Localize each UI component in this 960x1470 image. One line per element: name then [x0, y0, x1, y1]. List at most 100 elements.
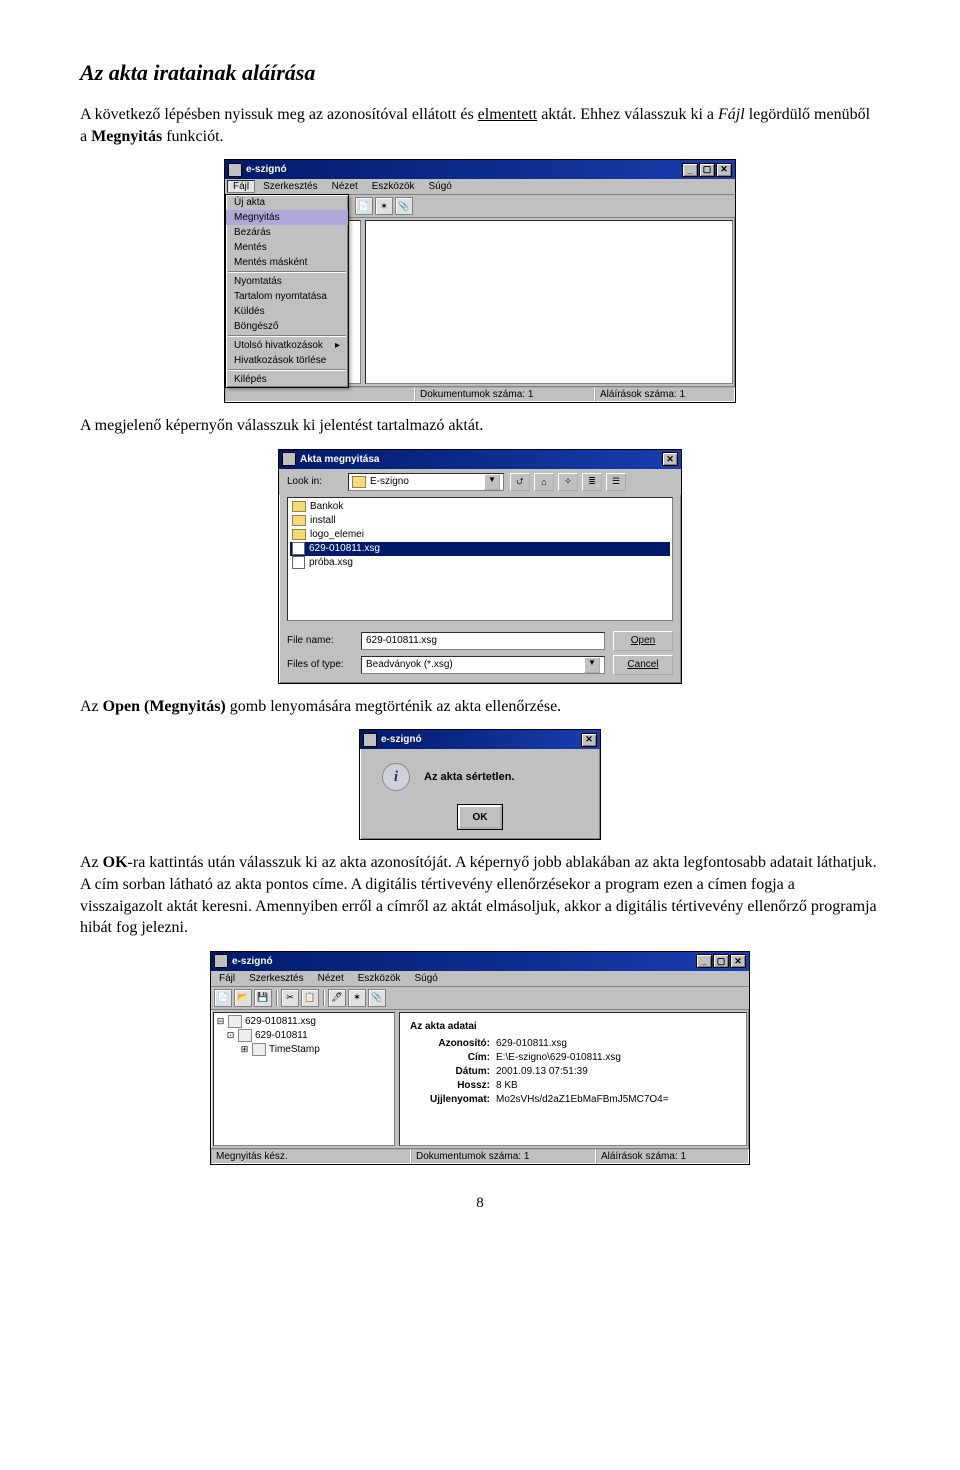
desktop-icon[interactable]: ⌂ — [534, 473, 554, 491]
toolbar-icon[interactable]: 📄 — [214, 989, 232, 1007]
para-3: Az Open (Megnyitás) gomb lenyomására meg… — [80, 696, 880, 718]
text-italic: Fájl — [718, 106, 745, 123]
menu-item-new[interactable]: Új akta — [226, 195, 348, 210]
app-icon — [228, 163, 242, 177]
ok-button[interactable]: OK — [458, 805, 502, 829]
menu-item-send[interactable]: Küldés — [226, 304, 348, 319]
text: Az — [80, 698, 103, 715]
tree-node[interactable]: ⊞ TimeStamp — [216, 1043, 392, 1057]
filetype-combo[interactable]: Beadványok (*.xsg)▼ — [361, 656, 605, 674]
toolbar-icon[interactable]: 📋 — [301, 989, 319, 1007]
window-titlebar: Akta megnyitása ✕ — [279, 450, 681, 469]
collapse-icon[interactable]: ⊟ — [216, 1016, 225, 1027]
toolbar-icon[interactable]: 📂 — [234, 989, 252, 1007]
folder-icon — [292, 501, 306, 512]
menu-item-browser[interactable]: Böngésző — [226, 319, 348, 334]
status-cell: Megnyitás kész. — [211, 1149, 411, 1164]
menu-item-recent[interactable]: Utolsó hivatkozások▸ — [226, 338, 348, 353]
tree-node[interactable]: ⊡ 629-010811 — [216, 1029, 392, 1043]
new-folder-icon[interactable]: ✧ — [558, 473, 578, 491]
app-icon — [282, 452, 296, 466]
status-sigs: Aláírások száma: 1 — [596, 1149, 749, 1164]
window-title: e-szignó — [232, 956, 273, 967]
close-button[interactable]: ✕ — [662, 452, 678, 466]
toolbar-icon[interactable]: 📎 — [395, 197, 413, 215]
folder-icon — [352, 476, 366, 488]
chevron-down-icon[interactable]: ▼ — [584, 657, 600, 673]
menu-item-clearlinks[interactable]: Hivatkozások törlése — [226, 353, 348, 368]
menu-item-save[interactable]: Mentés — [226, 240, 348, 255]
menu-item-saveas[interactable]: Mentés másként — [226, 255, 348, 270]
kv-row: Hossz:8 KB — [410, 1080, 736, 1091]
combo-value: E-szigno — [370, 476, 409, 487]
list-item[interactable]: próba.xsg — [290, 556, 670, 570]
expand-icon[interactable]: ⊡ — [226, 1030, 235, 1041]
tree-root[interactable]: ⊟ 629-010811.xsg — [216, 1015, 392, 1029]
file-list[interactable]: Bankok install logo_elemei 629-010811.xs… — [287, 497, 673, 621]
close-button[interactable]: ✕ — [716, 163, 732, 177]
kv-value: Mo2sVHs/d2aZ1EbMaFBmJ5MC7O4= — [496, 1094, 736, 1105]
kv-value: 629-010811.xsg — [496, 1038, 736, 1049]
statusbar: Dokumentumok száma: 1 Aláírások száma: 1 — [225, 386, 735, 402]
toolbar-icon[interactable]: 💾 — [254, 989, 272, 1007]
open-button[interactable]: Open — [613, 631, 673, 651]
minimize-button[interactable]: _ — [696, 954, 712, 968]
list-item[interactable]: install — [290, 514, 670, 528]
close-button[interactable]: ✕ — [730, 954, 746, 968]
menu-view[interactable]: Nézet — [312, 972, 350, 985]
menu-help[interactable]: Súgó — [423, 180, 458, 193]
lookin-combo[interactable]: E-szigno ▼ — [348, 473, 504, 491]
menu-item-print[interactable]: Nyomtatás — [226, 274, 348, 289]
doc-icon — [238, 1029, 252, 1042]
info-message: Az akta sértetlen. — [424, 771, 514, 783]
menu-file[interactable]: Fájl — [227, 180, 255, 193]
text-underline: elmentett — [478, 106, 538, 123]
maximize-button[interactable]: ▢ — [699, 163, 715, 177]
toolbar-icon[interactable]: ✶ — [348, 989, 366, 1007]
toolbar-icon[interactable]: ✂ — [281, 989, 299, 1007]
tree-label: 629-010811 — [255, 1030, 308, 1041]
minimize-button[interactable]: _ — [682, 163, 698, 177]
menu-tools[interactable]: Eszközök — [352, 972, 407, 985]
maximize-button[interactable]: ▢ — [713, 954, 729, 968]
menu-item-exit[interactable]: Kilépés — [226, 372, 348, 387]
menu-view[interactable]: Nézet — [326, 180, 364, 193]
text: -ra kattintás után válasszuk ki az akta … — [80, 854, 877, 936]
menu-file[interactable]: Fájl — [213, 972, 241, 985]
toolbar-icon[interactable]: 🖊 — [328, 989, 346, 1007]
text: funkciót. — [162, 128, 223, 145]
list-item[interactable]: Bankok — [290, 500, 670, 514]
menu-help[interactable]: Súgó — [409, 972, 444, 985]
menu-item-open[interactable]: Megnyitás — [226, 210, 348, 225]
item-label: próba.xsg — [309, 557, 353, 568]
content-pane — [365, 220, 733, 384]
up-folder-icon[interactable]: ⮍ — [510, 473, 530, 491]
list-view-icon[interactable]: ≣ — [582, 473, 602, 491]
menu-tools[interactable]: Eszközök — [366, 180, 421, 193]
toolbar-icon[interactable]: 📄 — [355, 197, 373, 215]
menu-edit[interactable]: Szerkesztés — [257, 180, 323, 193]
menu-edit[interactable]: Szerkesztés — [243, 972, 309, 985]
list-item-selected[interactable]: 629-010811.xsg — [290, 542, 670, 556]
chevron-down-icon[interactable]: ▼ — [484, 474, 500, 490]
expand-icon[interactable]: ⊞ — [240, 1044, 249, 1055]
kv-key: Hossz: — [410, 1080, 496, 1091]
menu-item-printcontent[interactable]: Tartalom nyomtatása — [226, 289, 348, 304]
toolbar-icon[interactable]: 📎 — [368, 989, 386, 1007]
text: gomb lenyomására megtörténik az akta ell… — [226, 698, 561, 715]
page-number: 8 — [80, 1195, 880, 1212]
kv-value: 2001.09.13 07:51:39 — [496, 1066, 736, 1077]
item-label: 629-010811.xsg — [309, 543, 380, 554]
menu-item-close[interactable]: Bezárás — [226, 225, 348, 240]
cancel-button[interactable]: Cancel — [613, 655, 673, 675]
toolbar-icon[interactable]: ✶ — [375, 197, 393, 215]
window-titlebar: e-szignó _ ▢ ✕ — [225, 160, 735, 179]
app-icon — [363, 733, 377, 747]
screenshot-eszigno-menu: e-szignó _ ▢ ✕ Fájl Szerkesztés Nézet Es… — [224, 159, 736, 403]
file-icon — [292, 556, 305, 569]
filename-input[interactable]: 629-010811.xsg — [361, 632, 605, 650]
close-button[interactable]: ✕ — [581, 733, 597, 747]
details-view-icon[interactable]: ☰ — [606, 473, 626, 491]
list-item[interactable]: logo_elemei — [290, 528, 670, 542]
lookin-row: Look in: E-szigno ▼ ⮍ ⌂ ✧ ≣ ☰ — [279, 469, 681, 495]
